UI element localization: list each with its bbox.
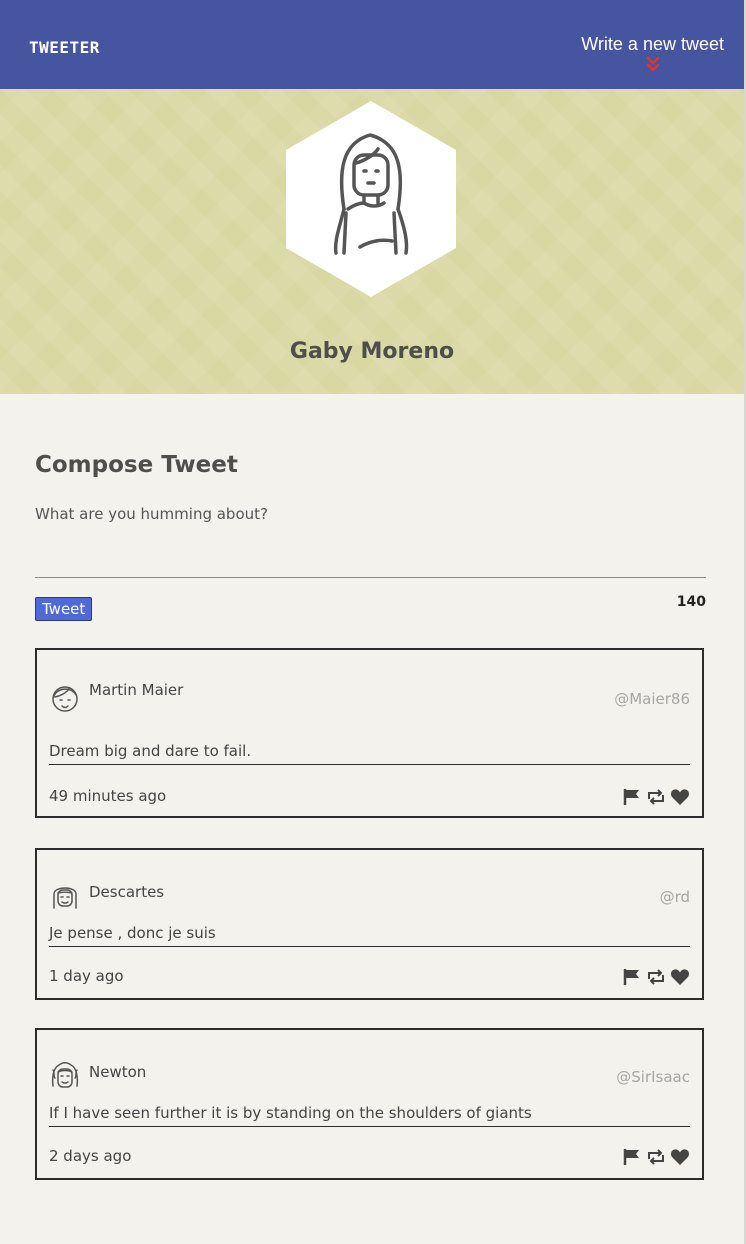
tweet-timestamp: 1 day ago [49, 967, 124, 985]
flag-icon[interactable] [622, 788, 642, 806]
man-avatar-icon [52, 686, 78, 712]
profile-header: Gaby Moreno [0, 89, 744, 394]
tweet-card: Descartes @rd Je pense , donc je suis 1 … [35, 848, 704, 1000]
flag-icon[interactable] [622, 1148, 642, 1166]
user-handle[interactable]: @SirIsaac [616, 1068, 690, 1086]
tweet-text: If I have seen further it is by standing… [49, 1104, 690, 1127]
tweet-submit-button[interactable]: Tweet [35, 597, 93, 621]
tweet-header: Newton @SirIsaac [49, 1056, 690, 1106]
heart-icon[interactable] [670, 788, 690, 806]
retweet-icon[interactable] [646, 1148, 666, 1166]
tweet-card: Martin Maier @Maier86 Dream big and dare… [35, 648, 704, 818]
heart-icon[interactable] [670, 968, 690, 986]
profile-name: Gaby Moreno [289, 339, 455, 364]
user-name: Descartes [89, 883, 165, 901]
tweet-text: Dream big and dare to fail. [49, 742, 690, 765]
character-counter: 140 [676, 594, 706, 610]
flag-icon[interactable] [622, 968, 642, 986]
tweet-timestamp: 2 days ago [49, 1147, 132, 1165]
tweet-actions [622, 788, 690, 806]
tweet-header: Martin Maier @Maier86 [49, 678, 690, 728]
tweet-card: Newton @SirIsaac If I have seen further … [35, 1028, 704, 1180]
user-handle[interactable]: @rd [660, 888, 690, 906]
tweet-text: Je pense , donc je suis [49, 924, 690, 947]
top-nav: TWEETER Write a new tweet [0, 0, 744, 89]
write-new-tweet-toggle[interactable]: Write a new tweet [581, 34, 724, 72]
retweet-icon[interactable] [646, 788, 666, 806]
brand-logo[interactable]: TWEETER [29, 38, 100, 57]
tweet-timestamp: 49 minutes ago [49, 787, 167, 805]
user-name: Newton [89, 1063, 147, 1081]
write-new-tweet-label[interactable]: Write a new tweet [581, 34, 724, 54]
tweet-actions [622, 968, 690, 986]
profile-avatar [286, 101, 456, 297]
user-name: Martin Maier [89, 681, 184, 699]
compose-title: Compose Tweet [35, 452, 238, 478]
retweet-icon[interactable] [646, 968, 666, 986]
tweet-header: Descartes @rd [49, 876, 690, 926]
tweet-actions [622, 1148, 690, 1166]
user-handle[interactable]: @Maier86 [614, 690, 690, 708]
heart-icon[interactable] [670, 1148, 690, 1166]
descartes-avatar-icon [53, 887, 77, 909]
newton-avatar-icon [51, 1062, 79, 1088]
double-chevron-down-icon[interactable] [646, 56, 660, 72]
compose-tweet-input[interactable] [35, 505, 706, 578]
